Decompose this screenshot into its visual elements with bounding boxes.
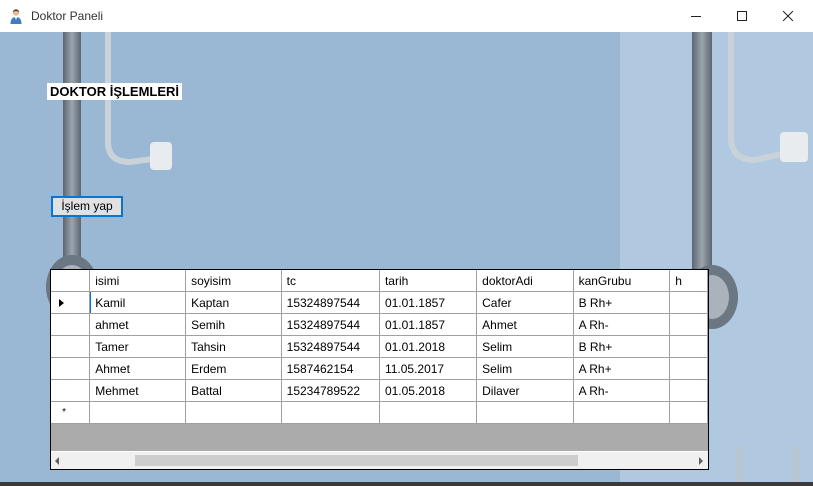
table-cell[interactable]: Kaptan [185, 291, 282, 314]
column-header[interactable]: kanGrubu [573, 270, 671, 292]
column-header[interactable]: h [669, 270, 708, 292]
table-cell[interactable]: Erdem [185, 357, 282, 380]
table-cell[interactable]: Ahmet [476, 313, 574, 336]
page-title: DOKTOR İŞLEMLERİ [47, 83, 183, 100]
table-cell[interactable]: Cafer [476, 291, 574, 314]
table-cell[interactable]: Tahsin [185, 335, 282, 358]
table-cell[interactable]: Semih [185, 313, 282, 336]
minimize-icon [691, 11, 701, 21]
horizontal-scrollbar[interactable] [51, 451, 708, 469]
scroll-left-icon[interactable] [55, 457, 59, 465]
data-table: isimi soyisim tc tarih doktorAdi kanGrub… [51, 270, 708, 424]
table-cell[interactable]: 15324897544 [281, 291, 380, 314]
table-cell[interactable]: 15324897544 [281, 335, 380, 358]
patients-datagrid[interactable]: isimi soyisim tc tarih doktorAdi kanGrub… [50, 269, 709, 470]
table-row[interactable]: Tamer Tahsin 15324897544 01.01.2018 Seli… [51, 335, 708, 358]
table-cell[interactable]: 01.01.1857 [379, 291, 478, 314]
minimize-button[interactable] [673, 0, 719, 32]
table-cell[interactable]: Dilaver [476, 379, 574, 402]
title-bar[interactable]: Doktor Paneli [0, 0, 813, 32]
close-icon [783, 11, 793, 21]
doktor-paneli-window: Doktor Paneli DOKTOR İŞLEMLERİ İşlem yap… [0, 0, 813, 486]
table-row[interactable]: Ahmet Erdem 1587462154 11.05.2017 Selim … [51, 357, 708, 380]
table-cell[interactable]: 15324897544 [281, 313, 380, 336]
window-title: Doktor Paneli [31, 9, 104, 23]
table-cell[interactable] [281, 401, 380, 424]
window-bottom-border [0, 482, 813, 486]
column-header[interactable]: isimi [89, 270, 187, 292]
row-header[interactable]: * [51, 401, 91, 424]
scrollbar-thumb[interactable] [135, 455, 578, 466]
row-header[interactable] [51, 313, 91, 336]
table-cell[interactable] [669, 313, 708, 336]
row-header[interactable] [51, 379, 91, 402]
current-row-arrow-icon [59, 298, 64, 307]
table-cell[interactable] [89, 401, 187, 424]
row-header[interactable] [51, 291, 91, 314]
new-row-marker: * [62, 406, 67, 418]
table-cell[interactable] [379, 401, 478, 424]
table-cell[interactable]: B Rh+ [573, 291, 671, 314]
table-cell[interactable]: A Rh+ [573, 357, 671, 380]
column-header[interactable]: tarih [379, 270, 478, 292]
table-row[interactable]: ahmet Semih 15324897544 01.01.1857 Ahmet… [51, 313, 708, 336]
row-header[interactable] [51, 357, 91, 380]
new-row[interactable]: * [51, 401, 708, 424]
table-cell[interactable]: Ahmet [89, 357, 187, 380]
table-cell[interactable] [573, 401, 671, 424]
column-header[interactable]: soyisim [185, 270, 282, 292]
table-cell[interactable]: A Rh- [573, 313, 671, 336]
column-header[interactable]: doktorAdi [476, 270, 574, 292]
table-cell[interactable]: B Rh+ [573, 335, 671, 358]
table-cell[interactable]: ahmet [89, 313, 187, 336]
maximize-icon [737, 11, 747, 21]
scroll-right-icon[interactable] [699, 457, 703, 465]
close-button[interactable] [765, 0, 811, 32]
table-cell[interactable] [669, 357, 708, 380]
table-cell[interactable]: 1587462154 [281, 357, 380, 380]
row-header-corner [51, 270, 91, 292]
table-cell[interactable] [669, 335, 708, 358]
column-header[interactable]: tc [281, 270, 380, 292]
doctor-user-icon [8, 8, 24, 24]
client-area: DOKTOR İŞLEMLERİ İşlem yap isimi soyisim… [0, 32, 813, 482]
table-cell[interactable]: 11.05.2017 [379, 357, 478, 380]
islem-yap-button[interactable]: İşlem yap [51, 196, 123, 217]
table-cell[interactable]: 01.01.1857 [379, 313, 478, 336]
table-cell[interactable] [185, 401, 282, 424]
maximize-button[interactable] [719, 0, 765, 32]
table-cell[interactable]: 01.05.2018 [379, 379, 478, 402]
table-cell[interactable] [476, 401, 574, 424]
table-cell[interactable] [669, 291, 708, 314]
table-cell[interactable]: Mehmet [89, 379, 187, 402]
table-cell[interactable]: 01.01.2018 [379, 335, 478, 358]
table-cell[interactable]: Selim [476, 335, 574, 358]
table-cell[interactable]: Battal [185, 379, 282, 402]
row-header[interactable] [51, 335, 91, 358]
table-cell[interactable] [669, 401, 708, 424]
table-cell[interactable]: Tamer [89, 335, 187, 358]
table-cell[interactable]: 15234789522 [281, 379, 380, 402]
table-row[interactable]: Kamil Kaptan 15324897544 01.01.1857 Cafe… [51, 291, 708, 314]
table-cell[interactable]: A Rh- [573, 379, 671, 402]
table-cell[interactable]: Kamil [89, 291, 187, 314]
table-row[interactable]: Mehmet Battal 15234789522 01.05.2018 Dil… [51, 379, 708, 402]
table-cell[interactable]: Selim [476, 357, 574, 380]
header-row: isimi soyisim tc tarih doktorAdi kanGrub… [51, 270, 708, 292]
table-cell[interactable] [669, 379, 708, 402]
